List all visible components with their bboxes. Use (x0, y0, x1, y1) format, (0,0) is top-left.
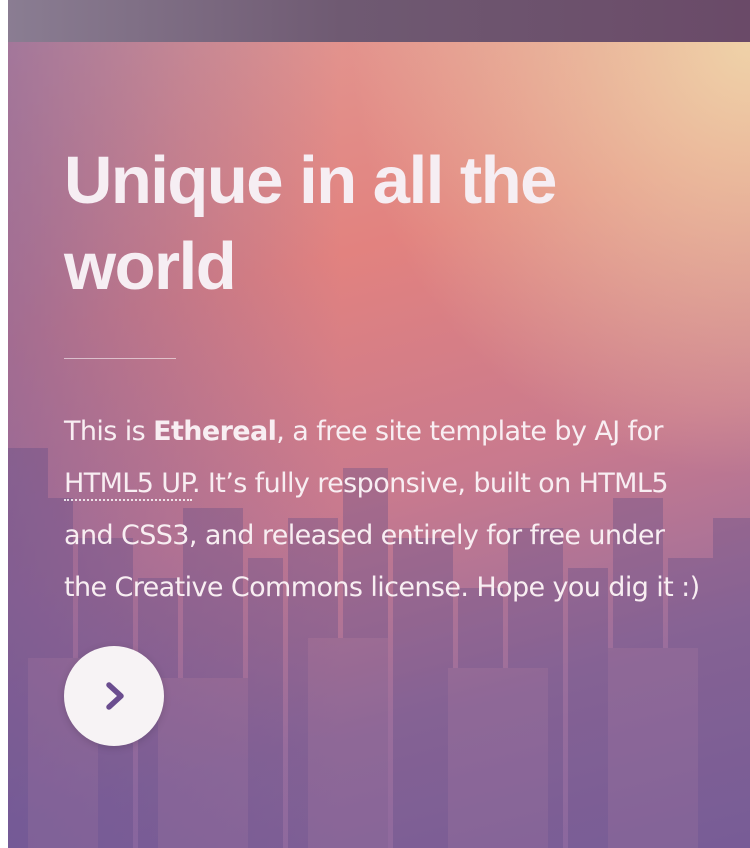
intro-text-after-brand: , a free site template by AJ for (276, 416, 663, 447)
hero-content: Unique in all the world This is Ethereal… (64, 138, 714, 641)
headline-divider (64, 358, 176, 359)
next-button[interactable] (64, 646, 164, 746)
html5up-link[interactable]: HTML5 UP (64, 468, 193, 501)
top-bar (8, 0, 750, 42)
hero-headline: Unique in all the world (64, 143, 557, 304)
hero-intro: This is Ethereal, a free site template b… (64, 406, 714, 614)
chevron-right-icon (106, 682, 124, 710)
intro-text-before-brand: This is (64, 416, 154, 447)
brand-name: Ethereal (153, 416, 277, 447)
hero-panel: Unique in all the world This is Ethereal… (8, 42, 750, 848)
